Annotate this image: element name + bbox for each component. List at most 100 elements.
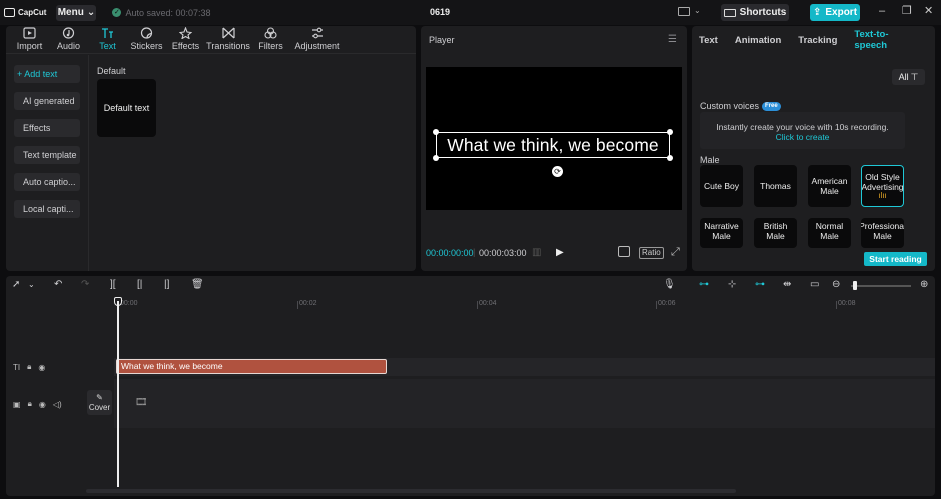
caption-text-box[interactable]: What we think, we become [436,132,670,158]
split-icon[interactable]: ][ [110,280,116,290]
layout-icon[interactable] [678,7,690,16]
chevron-down-icon: ⌄ [86,7,96,18]
voice-american-male[interactable]: American Male [808,165,851,207]
voice-cute-boy[interactable]: Cute Boy [700,165,743,207]
resize-handle[interactable] [667,155,673,161]
voice-british-male[interactable]: British Male [754,218,797,248]
trim-right-icon[interactable]: |] [164,280,169,290]
sidebar-item-effects[interactable]: Effects [14,119,80,137]
tab-effects[interactable]: Effects [166,27,205,53]
undo-icon[interactable]: ↶ [54,280,62,290]
tab-adjustment[interactable]: Adjustment [290,27,344,53]
sidebar-item-add-text[interactable]: + Add text [14,65,80,83]
tab-text[interactable]: Text [88,27,127,53]
eye-icon[interactable]: ◉ [39,400,46,409]
voice-label: Professional Male [861,221,904,241]
text-clip[interactable]: What we think, we become [116,359,387,374]
horizontal-scrollbar[interactable] [86,489,736,493]
create-custom-voice-card[interactable]: Instantly create your voice with 10s rec… [700,112,905,149]
trim-left-icon[interactable]: [| [137,280,142,290]
select-cursor-icon[interactable]: ➚ [12,280,20,290]
zoom-in-icon[interactable]: ⊕ [920,280,928,290]
tab-animation[interactable]: Animation [735,35,781,46]
video-preview[interactable]: What we think, we become ⟳ [426,67,682,210]
tab-audio[interactable]: Audio [49,27,88,53]
voice-label: American Male [811,176,848,196]
fit-screen-icon[interactable] [618,246,630,257]
voice-thomas[interactable]: Thomas [754,165,797,207]
transitions-icon [221,27,235,39]
hamburger-menu-icon[interactable]: ☰ [668,34,677,45]
redo-icon[interactable]: ↷ [81,280,89,290]
minimize-icon[interactable]: – [879,6,885,17]
export-button[interactable]: ⇪ Export [810,4,860,21]
properties-panel: Text Animation Tracking Text-to-speech A… [692,26,935,271]
tab-import[interactable]: Import [10,27,49,53]
click-to-create-link[interactable]: Click to create [776,132,830,142]
playhead[interactable] [117,301,119,487]
current-time: 00:00:00:00 [426,248,474,258]
cover-button[interactable]: ✎ Cover [87,390,112,415]
sidebar-item-local-captions[interactable]: Local capti... [14,200,80,218]
voice-narrative-male[interactable]: Narrative Male [700,218,743,248]
main-track-magnet-icon[interactable]: ⊶ [699,280,709,290]
voice-label: Normal Male [815,221,844,241]
ratio-button[interactable]: Ratio [639,247,664,259]
zoom-slider-handle[interactable] [853,281,857,290]
tab-tracking[interactable]: Tracking [798,35,837,46]
voice-normal-male[interactable]: Normal Male [808,218,851,248]
tab-transitions[interactable]: Transitions [205,27,251,53]
lock-icon[interactable]: 🔒︎ [28,399,32,409]
voice-professional-male[interactable]: Professional Male [861,218,904,248]
sidebar-item-text-template[interactable]: Text template [14,146,80,164]
eye-icon[interactable]: ◉ [38,363,45,372]
sidebar-item-auto-captions[interactable]: Auto captio... [14,173,80,191]
resize-handle[interactable] [433,155,439,161]
tab-text-to-speech[interactable]: Text-to-speech [854,29,918,51]
resize-handle[interactable] [667,129,673,135]
start-reading-button[interactable]: Start reading [864,252,927,266]
time-ruler[interactable]: 00:00 00:02 00:04 00:06 00:08 [116,298,935,310]
chevron-down-icon[interactable]: ⌄ [694,6,701,15]
voice-old-style-advertising[interactable]: Old Style Advertising ılıı [861,165,904,207]
tab-label: Stickers [130,41,163,51]
filter-label: All [898,72,909,82]
main-video-track[interactable] [114,379,935,428]
grid-icon[interactable]: ▥ [532,247,541,258]
voice-label: Cute Boy [704,181,739,191]
microphone-icon[interactable]: 🎙 [663,280,676,290]
zoom-slider[interactable] [851,285,911,287]
close-icon[interactable]: ✕ [924,6,933,17]
project-name[interactable]: 0619 [430,7,450,17]
app-logo: CapCut [4,8,46,17]
tab-stickers[interactable]: Stickers [127,27,166,53]
effects-icon [179,27,192,39]
chevron-down-icon[interactable]: ⌄ [28,280,35,290]
speaker-icon[interactable]: ◁) [53,400,62,409]
tab-filters[interactable]: Filters [251,27,290,53]
auto-snap-icon[interactable]: ⊹ [728,280,736,290]
default-text-card[interactable]: Default text [97,79,156,137]
fullscreen-icon[interactable]: ⤢ [671,246,680,259]
shortcuts-button[interactable]: Shortcuts [721,4,789,21]
app-name: CapCut [18,8,47,17]
linkage-icon[interactable]: ⊶ [755,280,765,290]
shortcuts-label: Shortcuts [739,7,787,18]
tab-text[interactable]: Text [699,35,718,46]
rotate-icon[interactable]: ⟳ [552,166,563,177]
resize-handle[interactable] [433,129,439,135]
media-toolbar: Import Audio Text Stickers Effects Trans… [6,26,416,54]
autosave-status: ✓ Auto saved: 00:07:38 [112,8,211,18]
sidebar-item-ai-generated[interactable]: AI generated [14,92,80,110]
zoom-out-icon[interactable]: ⊖ [832,280,840,290]
menu-button[interactable]: Menu ⌄ [56,4,97,21]
lock-icon[interactable]: 🔒︎ [27,362,31,372]
restore-icon[interactable]: ❐ [902,6,912,17]
split-preview-icon[interactable]: ⇹ [783,280,791,290]
adjustment-icon [311,27,323,39]
preview-axis-icon[interactable]: ▭ [810,280,819,290]
play-icon[interactable]: ▶ [556,247,564,258]
delete-icon[interactable]: 🗑 [191,280,204,290]
voice-filter-button[interactable]: All ⊤ [892,69,925,85]
voice-label: Old Style Advertising [861,172,904,192]
